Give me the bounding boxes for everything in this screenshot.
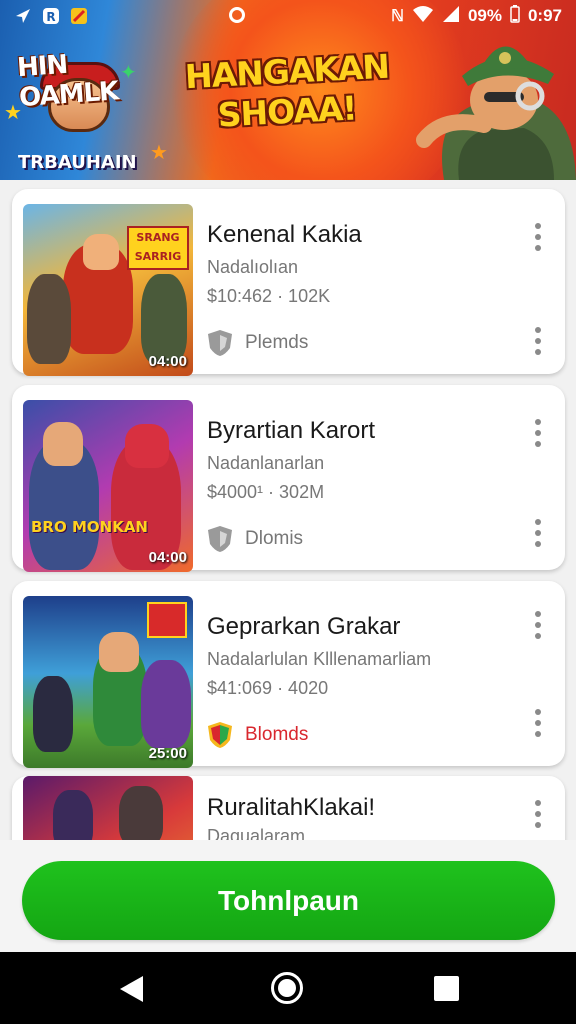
home-circle-icon[interactable]	[271, 972, 303, 1004]
item-title[interactable]: RuralitahKlakai!	[207, 794, 375, 822]
figure	[119, 786, 163, 840]
shield-icon	[208, 330, 232, 356]
badge-label: Blomds	[245, 724, 309, 745]
figure	[27, 274, 71, 364]
wifi-icon	[412, 5, 434, 28]
item-title[interactable]: Kenenal Kakia	[207, 221, 362, 249]
hero-head	[99, 632, 139, 672]
item-badge: Blomds	[207, 721, 308, 749]
thumb-logo: BRO MONKAN	[31, 518, 148, 536]
game-badge-icon	[208, 722, 232, 748]
more-vert-icon[interactable]	[531, 415, 545, 451]
figure	[53, 790, 93, 840]
hero-helmet	[125, 424, 169, 468]
item-meta: $4000¹ · 302M	[207, 482, 325, 502]
signal-icon	[442, 5, 460, 28]
list-item[interactable]: 25:00 Geprarkan Grakar Nadalarlulan Klll…	[12, 581, 565, 768]
banner-headline: HANGAKAN SHOAA!	[184, 46, 390, 135]
item-subtitle: Nadalarlulan Klllenamarliam	[207, 649, 432, 669]
banner-logo-subtitle: TRBAUHAIN	[18, 152, 137, 173]
banner-logo-title: HIN OAMLK	[16, 49, 120, 114]
primary-action-button[interactable]: Tohnlpaun	[22, 861, 555, 940]
list-item[interactable]: BRO MONKAN 04:00 Byrartian Karort Nadanl…	[12, 385, 565, 572]
back-triangle-icon[interactable]	[120, 976, 143, 1002]
battery-percent: 09%	[467, 6, 502, 25]
thumb-emblem	[147, 602, 187, 638]
item-badge: Dlomis	[207, 525, 303, 553]
item-subtitle: Nadalıolıan	[207, 257, 299, 277]
battery-icon	[510, 4, 520, 28]
clock: 0:97	[527, 6, 562, 25]
send-icon	[14, 7, 32, 25]
recent-square-icon[interactable]	[434, 976, 459, 1001]
more-vert-icon[interactable]	[531, 323, 545, 359]
app-notification-icon: R	[42, 7, 60, 25]
duration-label: 25:00	[148, 745, 187, 762]
duration-label: 04:00	[148, 353, 187, 370]
more-vert-icon[interactable]	[531, 796, 545, 832]
item-subtitle: Daqualaram	[207, 826, 306, 840]
game-list: SRANG SARRIG 04:00 Kenenal Kakia Nadalıo…	[0, 180, 576, 840]
item-meta: $41:069 · 4020	[207, 678, 329, 698]
thumb-logo: SRANG SARRIG	[127, 226, 189, 270]
figure	[141, 660, 191, 748]
shield-icon	[208, 526, 232, 552]
nfc-icon: ℕ	[391, 8, 404, 25]
banner-logo: HIN OAMLK TRBAUHAIN	[16, 48, 168, 173]
badge-label: Dlomis	[245, 528, 304, 549]
figure	[141, 274, 187, 364]
svg-text:R: R	[46, 10, 55, 24]
status-notification-icons: R	[14, 7, 88, 25]
item-thumbnail[interactable]: 25:00	[23, 596, 193, 768]
system-navigation-bar	[0, 952, 576, 1024]
more-vert-icon[interactable]	[531, 219, 545, 255]
bottom-action-bar: Tohnlpaun	[0, 840, 576, 952]
duration-label: 04:00	[148, 549, 187, 566]
more-vert-icon[interactable]	[531, 515, 545, 551]
more-vert-icon[interactable]	[531, 705, 545, 741]
item-title[interactable]: Byrartian Karort	[207, 417, 375, 445]
figure	[33, 676, 73, 752]
screen: ★ ★ ✦ R ℕ 09% 0:97 HIN OAMLK TRBAUHAIN H…	[0, 0, 576, 1024]
promo-banner[interactable]: ★ ★ ✦ R ℕ 09% 0:97 HIN OAMLK TRBAUHAIN H…	[0, 0, 576, 180]
more-vert-icon[interactable]	[531, 607, 545, 643]
hero-head	[83, 234, 119, 270]
hero-head	[43, 422, 83, 466]
item-subtitle: Nadanlanarlan	[207, 453, 325, 473]
item-thumbnail[interactable]: BRO MONKAN 04:00	[23, 400, 193, 572]
list-item[interactable]: RuralitahKlakai! Daqualaram	[12, 776, 565, 840]
list-item[interactable]: SRANG SARRIG 04:00 Kenenal Kakia Nadalıo…	[12, 189, 565, 376]
item-meta: $10:462 · 102K	[207, 286, 331, 306]
item-thumbnail[interactable]	[23, 776, 193, 840]
status-system-icons: ℕ 09% 0:97	[391, 4, 562, 28]
sync-icon	[229, 7, 245, 23]
badge-label: Plemds	[245, 332, 309, 353]
status-bar: R ℕ 09% 0:97	[0, 0, 576, 32]
item-thumbnail[interactable]: SRANG SARRIG 04:00	[23, 204, 193, 376]
game-notification-icon	[70, 7, 88, 25]
item-badge: Plemds	[207, 329, 308, 357]
soldier-character	[416, 46, 576, 180]
item-title[interactable]: Geprarkan Grakar	[207, 613, 400, 641]
